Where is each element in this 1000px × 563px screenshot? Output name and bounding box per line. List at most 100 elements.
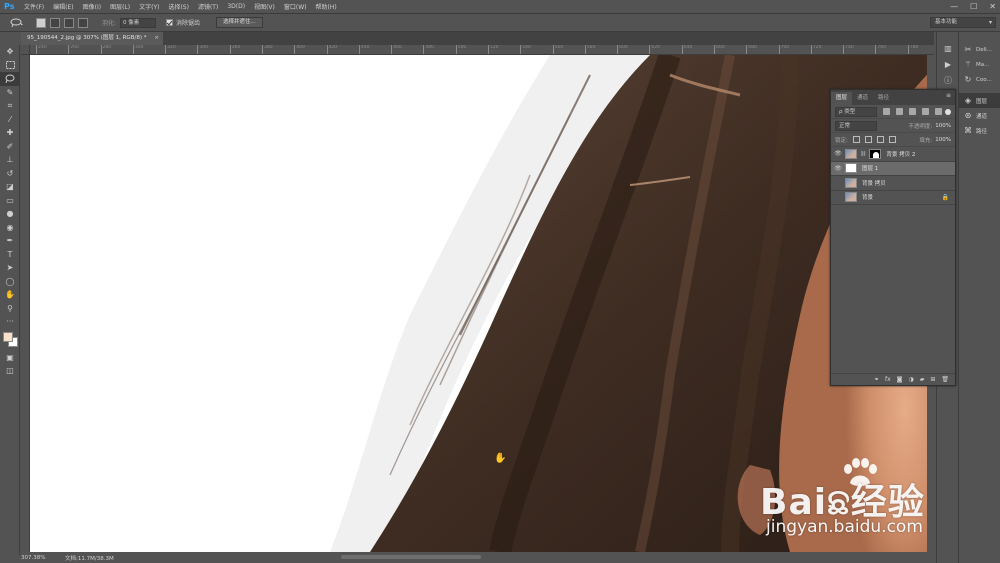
- layer-row[interactable]: 👁 图层 1: [831, 161, 955, 176]
- new-layer-icon[interactable]: ⊞: [930, 376, 935, 383]
- fx-icon[interactable]: fx: [885, 376, 891, 383]
- tab-layers[interactable]: 图层: [831, 92, 853, 105]
- layer-name[interactable]: 背景 拷贝: [862, 179, 886, 187]
- horizontal-ruler[interactable]: 240 260 280 300 320 340 360 380 400 420 440 460 480 5…: [30, 45, 934, 55]
- panel-paths[interactable]: ⌘ 路径: [959, 123, 1000, 138]
- panel-channels[interactable]: ⊛ 通道: [959, 108, 1000, 123]
- lock-all-icon[interactable]: [888, 136, 896, 143]
- opacity-value[interactable]: 100%: [935, 123, 951, 129]
- quick-selection-tool-icon[interactable]: ✎: [0, 86, 20, 100]
- filter-toggle[interactable]: [945, 108, 951, 115]
- intersect-selection-icon[interactable]: [78, 17, 88, 28]
- add-mask-icon[interactable]: ◙: [897, 376, 903, 383]
- lock-position-icon[interactable]: [876, 136, 884, 143]
- panel-coo[interactable]: ↻ Coo...: [959, 72, 1000, 87]
- eraser-tool-icon[interactable]: ◪: [0, 180, 20, 194]
- zoom-level[interactable]: 307.38%: [21, 555, 57, 561]
- select-and-mask-button[interactable]: 选择并遮住...: [216, 17, 263, 28]
- layer-kind-filter[interactable]: ρ 类型: [835, 106, 877, 117]
- panel-layers[interactable]: ◈ 图层: [959, 93, 1000, 108]
- menu-image[interactable]: 图像(I): [83, 2, 101, 11]
- layer-name[interactable]: 背景: [862, 193, 873, 201]
- type-tool-icon[interactable]: T: [0, 248, 20, 262]
- blend-mode-select[interactable]: 正常: [835, 120, 877, 131]
- mask-link-icon[interactable]: ⛓: [860, 151, 866, 157]
- brush-tool-icon[interactable]: ✐: [0, 140, 20, 154]
- lasso-tool-preset-icon[interactable]: [8, 17, 26, 29]
- visibility-eye-icon[interactable]: 👁: [834, 150, 842, 157]
- adjustment-filter-icon[interactable]: [896, 108, 903, 115]
- hand-tool-icon[interactable]: ✋: [0, 288, 20, 302]
- new-group-icon[interactable]: ▰: [920, 376, 925, 383]
- add-selection-icon[interactable]: [50, 17, 60, 28]
- vertical-ruler[interactable]: [21, 55, 30, 552]
- pixel-filter-icon[interactable]: [883, 108, 890, 115]
- adjustment-layer-icon[interactable]: ◑: [908, 376, 913, 383]
- shape-filter-icon[interactable]: [922, 108, 929, 115]
- layer-row[interactable]: 背景 拷贝: [831, 176, 955, 191]
- history-brush-tool-icon[interactable]: ↺: [0, 167, 20, 181]
- pen-tool-icon[interactable]: ✒: [0, 234, 20, 248]
- panel-menu-icon[interactable]: ≡: [946, 92, 951, 99]
- tab-channels[interactable]: 通道: [852, 92, 873, 105]
- fill-value[interactable]: 100%: [935, 137, 951, 143]
- workspace-select[interactable]: 基本功能: [930, 17, 996, 28]
- menu-window[interactable]: 窗口(W): [284, 2, 307, 11]
- menu-view[interactable]: 视图(V): [254, 2, 275, 11]
- type-filter-icon[interactable]: [909, 108, 916, 115]
- quick-mask-icon[interactable]: ▣: [0, 351, 20, 365]
- delete-layer-icon[interactable]: 🗑: [941, 376, 949, 383]
- menu-type[interactable]: 文字(Y): [139, 2, 159, 11]
- layer-row[interactable]: 背景 🔒: [831, 191, 955, 205]
- healing-brush-tool-icon[interactable]: ✚: [0, 126, 20, 140]
- tab-paths[interactable]: 路径: [873, 92, 894, 105]
- eyedropper-tool-icon[interactable]: ⁄: [0, 113, 20, 127]
- menu-select[interactable]: 选择(S): [168, 2, 189, 11]
- layer-row[interactable]: 👁 ⛓ 背景 拷贝 2: [831, 147, 955, 162]
- layer-name[interactable]: 背景 拷贝 2: [886, 150, 915, 158]
- close-tab-icon[interactable]: ×: [154, 32, 159, 45]
- document-size[interactable]: 文档:11.7M/38.3M: [65, 554, 114, 562]
- more-tools-icon[interactable]: ···: [0, 315, 20, 329]
- layer-mask-thumbnail[interactable]: [869, 148, 882, 159]
- document-tab[interactable]: 95_190544_2.jpg @ 307% (图层 1, RGB/8) * ×: [21, 32, 163, 45]
- new-selection-icon[interactable]: [36, 17, 46, 28]
- screen-mode-icon[interactable]: ◫: [0, 364, 20, 378]
- maximize-icon[interactable]: ☐: [970, 2, 977, 11]
- marquee-tool-icon[interactable]: [0, 59, 20, 73]
- lock-image-icon[interactable]: [864, 136, 872, 143]
- actions-panel-icon[interactable]: ▶: [937, 56, 959, 72]
- menu-help[interactable]: 帮助(H): [316, 2, 337, 11]
- menu-layer[interactable]: 图层(L): [110, 2, 130, 11]
- menu-file[interactable]: 文件(F): [24, 2, 44, 11]
- visibility-eye-icon[interactable]: 👁: [834, 165, 842, 172]
- dodge-tool-icon[interactable]: ◉: [0, 221, 20, 235]
- feather-input[interactable]: 0 像素: [120, 17, 157, 28]
- panel-deli[interactable]: ✂ Deli...: [959, 42, 1000, 57]
- lock-transparent-icon[interactable]: [852, 136, 860, 143]
- menu-filter[interactable]: 滤镜(T): [198, 2, 218, 11]
- layer-name[interactable]: 图层 1: [862, 164, 878, 172]
- horizontal-scrollbar[interactable]: [341, 555, 481, 559]
- link-layers-icon[interactable]: ⚭: [874, 376, 879, 383]
- ellipse-tool-icon[interactable]: ◯: [0, 275, 20, 289]
- move-tool-icon[interactable]: ✥: [0, 45, 20, 59]
- history-panel-icon[interactable]: ▥: [937, 40, 959, 56]
- foreground-color-swatch[interactable]: [3, 331, 13, 342]
- color-swatches[interactable]: [0, 329, 20, 351]
- panel-ma[interactable]: ⚚ Ma...: [959, 57, 1000, 72]
- minimize-icon[interactable]: —: [950, 2, 958, 11]
- close-icon[interactable]: ✕: [989, 2, 996, 11]
- info-panel-icon[interactable]: ⓘ: [937, 72, 959, 88]
- clone-stamp-tool-icon[interactable]: ⊥: [0, 153, 20, 167]
- antialias-checkbox[interactable]: [166, 19, 174, 26]
- blur-tool-icon[interactable]: ●: [0, 207, 20, 221]
- lasso-tool-icon[interactable]: [0, 72, 20, 86]
- zoom-tool-icon[interactable]: ⚲: [0, 302, 20, 316]
- menu-3d[interactable]: 3D(D): [227, 3, 245, 10]
- crop-tool-icon[interactable]: ⌗: [0, 99, 20, 113]
- gradient-tool-icon[interactable]: ▭: [0, 194, 20, 208]
- path-selection-tool-icon[interactable]: ➤: [0, 261, 20, 275]
- smart-object-filter-icon[interactable]: [935, 108, 942, 115]
- subtract-selection-icon[interactable]: [64, 17, 74, 28]
